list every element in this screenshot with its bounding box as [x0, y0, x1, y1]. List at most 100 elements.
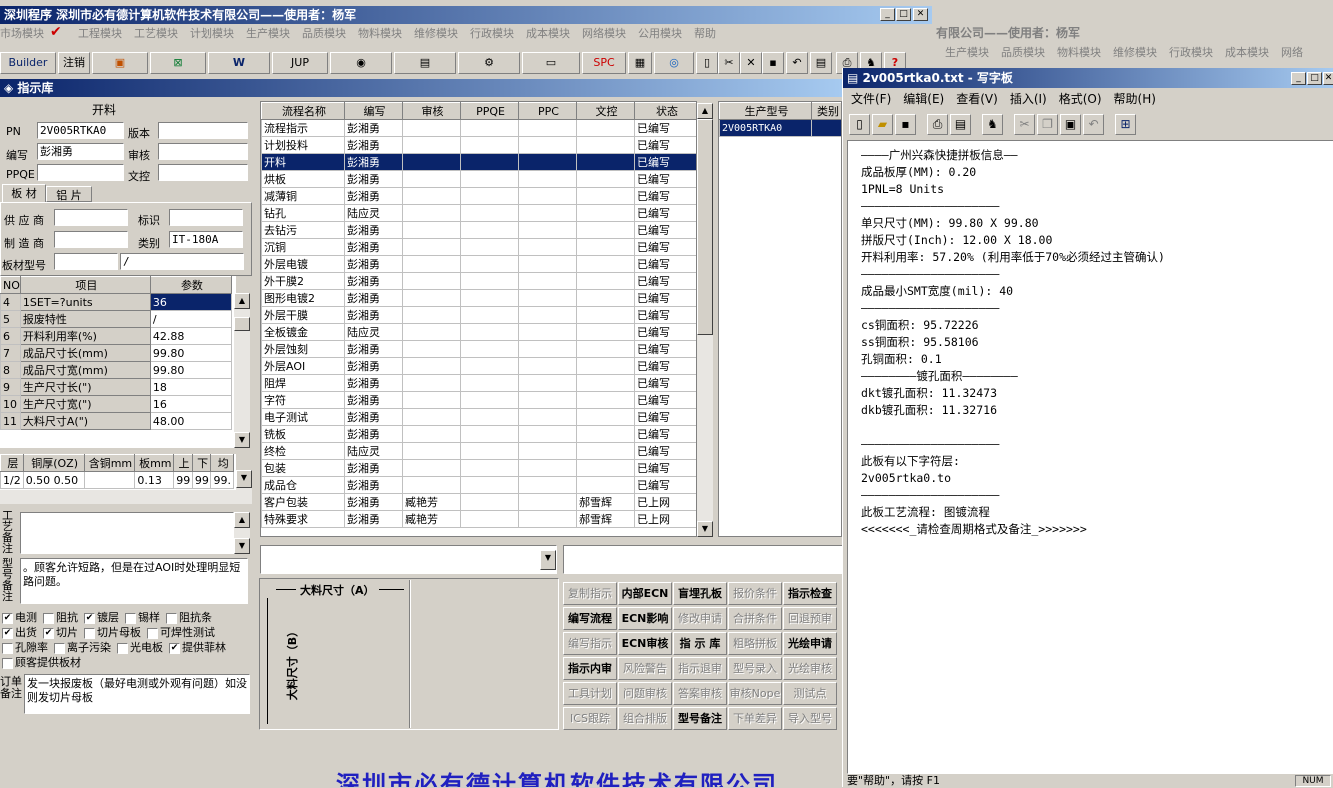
param-value[interactable]: 99.80	[149, 344, 233, 362]
action-button[interactable]: ICS跟踪	[563, 707, 617, 730]
action-button[interactable]: 下单差异	[728, 707, 782, 730]
undo-icon[interactable]: ↶	[1083, 114, 1104, 135]
layer-header[interactable]: 层	[0, 454, 24, 472]
database-icon[interactable]: ▤	[394, 52, 456, 74]
param-row[interactable]: 9 生产尺寸长(") 18	[0, 378, 233, 396]
param-value[interactable]: 16	[149, 395, 233, 413]
save-icon[interactable]: ▪	[895, 114, 916, 135]
flow-header[interactable]: PPC	[518, 102, 577, 120]
scroll-thumb[interactable]	[234, 317, 250, 331]
scroll-up-icon[interactable]: ▲	[234, 293, 250, 309]
option-checkbox[interactable]: 光电板	[117, 641, 163, 654]
param-header-item[interactable]: 项目	[19, 276, 151, 294]
action-button[interactable]: 导入型号	[783, 707, 837, 730]
tab-board[interactable]: 板 材	[2, 184, 46, 202]
wordpad-menu-item[interactable]: 编辑(E)	[903, 92, 944, 106]
flow-scrollbar[interactable]: ▲ ▼	[697, 103, 713, 537]
flow-row[interactable]: 终检 陆应灵 已编写	[261, 442, 696, 460]
flow-row[interactable]: 流程指示 彭湘勇 已编写	[261, 119, 696, 137]
param-row[interactable]: 10 生产尺寸宽(") 16	[0, 395, 233, 413]
action-button[interactable]: 指示退审	[673, 657, 727, 680]
action-button[interactable]: 编写指示	[563, 632, 617, 655]
main-menu-item[interactable]: 维修模块	[414, 27, 458, 40]
option-checkbox[interactable]: 阻抗	[43, 611, 78, 624]
action-button[interactable]: ECN影响	[618, 607, 672, 630]
scroll-up-icon[interactable]: ▲	[697, 103, 713, 119]
scroll-thumb[interactable]	[697, 119, 713, 335]
minimize-button[interactable]: _	[880, 8, 895, 21]
main-menu-item[interactable]: 生产模块	[246, 27, 290, 40]
calendar-icon[interactable]: ▦	[628, 52, 652, 74]
main-menu-item[interactable]: 成本模块	[526, 27, 570, 40]
main-menu-item[interactable]: 行政模块	[470, 27, 514, 40]
action-button[interactable]: 回退预审	[783, 607, 837, 630]
param-value[interactable]: /	[149, 310, 233, 328]
action-button[interactable]: 审核Nope	[728, 682, 782, 705]
option-checkbox[interactable]: 可焊性测试	[147, 626, 215, 639]
option-checkbox[interactable]: 离子污染	[54, 641, 111, 654]
flow-row[interactable]: 客户包装 彭湘勇 臧艳芳 郝雪辉 已上网	[261, 493, 696, 511]
action-button[interactable]: 合拼条件	[728, 607, 782, 630]
cut-icon[interactable]: ✂	[1014, 114, 1035, 135]
flow-row[interactable]: 烘板 彭湘勇 已编写	[261, 170, 696, 188]
layer-scrollbar[interactable]: ▼	[236, 470, 252, 490]
preview-icon[interactable]: ▤	[810, 52, 832, 74]
layer-header[interactable]: 铜厚(OZ)	[22, 454, 85, 472]
layer-header[interactable]: 下	[191, 454, 212, 472]
jup-button[interactable]: JUP	[272, 52, 328, 74]
action-button[interactable]: 组合排版	[618, 707, 672, 730]
flow-header[interactable]: 文控	[576, 102, 635, 120]
model-note-field[interactable]: 。顾客允许短路，但是在过AOI时处理明显短路问题。	[20, 558, 248, 604]
action-button[interactable]: 光绘申请	[783, 632, 837, 655]
action-button[interactable]: 复制指示	[563, 582, 617, 605]
flow-combo[interactable]	[260, 545, 557, 574]
board-model-field[interactable]	[54, 253, 118, 270]
paste-icon[interactable]: ▣	[1060, 114, 1081, 135]
param-value[interactable]: 48.00	[149, 412, 233, 430]
process-note-scrollbar[interactable]: ▲ ▼	[234, 512, 250, 554]
scroll-down-icon[interactable]: ▼	[236, 470, 252, 488]
mark-field[interactable]	[169, 209, 243, 226]
action-button[interactable]: 指示内审	[563, 657, 617, 680]
supplier-field[interactable]	[54, 209, 128, 226]
flow-row[interactable]: 成品仓 彭湘勇 已编写	[261, 476, 696, 494]
print-preview-icon[interactable]: ▤	[950, 114, 971, 135]
main-menu-item[interactable]: 市场模块	[0, 27, 44, 40]
action-button[interactable]: 报价条件	[728, 582, 782, 605]
insert-object-icon[interactable]: ⊞	[1115, 114, 1136, 135]
open-icon[interactable]: ▰	[872, 114, 893, 135]
flow-header[interactable]: 审核	[402, 102, 461, 120]
flow-row[interactable]: 去钻污 彭湘勇 已编写	[261, 221, 696, 239]
model-row[interactable]: 2V005RTKA0	[719, 119, 841, 137]
action-button[interactable]: 粗略拼板	[728, 632, 782, 655]
layer-hscrollbar[interactable]	[0, 490, 252, 504]
layer-header[interactable]: 板mm	[134, 454, 175, 472]
wordpad-menu-item[interactable]: 查看(V)	[956, 92, 998, 106]
main-menu-item[interactable]: 帮助	[694, 27, 716, 40]
layer-header[interactable]: 均	[210, 454, 234, 472]
process-note-field[interactable]	[20, 512, 234, 554]
flow-row[interactable]: 铣板 彭湘勇 已编写	[261, 425, 696, 443]
param-scrollbar[interactable]: ▲ ▼	[234, 293, 250, 448]
flow-row[interactable]: 外干膜2 彭湘勇 已编写	[261, 272, 696, 290]
main-menu-item[interactable]: 计划模块	[190, 27, 234, 40]
action-button[interactable]: 答案审核	[673, 682, 727, 705]
main-menu-item[interactable]: 物料模块	[358, 27, 402, 40]
board-model-field-2[interactable]: /	[120, 253, 244, 270]
flow-row[interactable]: 钻孔 陆应灵 已编写	[261, 204, 696, 222]
main-menu-item[interactable]: 工程模块	[78, 27, 122, 40]
scroll-down-icon[interactable]: ▼	[697, 521, 713, 537]
wordpad-document[interactable]: ————广州兴森快捷拼板信息—— 成品板厚(MM): 0.20 1PNL=8 Uni…	[847, 140, 1333, 774]
option-checkbox[interactable]: ✔ 出货	[2, 626, 37, 639]
flow-header[interactable]: 流程名称	[261, 102, 345, 120]
action-button[interactable]: 指 示 库	[673, 632, 727, 655]
param-value[interactable]: 36	[149, 293, 233, 311]
tab-aluminum[interactable]: 铝 片	[46, 186, 92, 202]
new-icon[interactable]: ▯	[849, 114, 870, 135]
option-checkbox[interactable]: ✔ 镀层	[84, 611, 119, 624]
flow-row[interactable]: 特殊要求 彭湘勇 臧艳芳 郝雪辉 已上网	[261, 510, 696, 528]
model-combo[interactable]	[563, 545, 843, 574]
action-button[interactable]: 内部ECN	[618, 582, 672, 605]
pn-field[interactable]: 2V005RTKA0	[37, 122, 124, 139]
wp-minimize-button[interactable]: _	[1291, 72, 1306, 85]
